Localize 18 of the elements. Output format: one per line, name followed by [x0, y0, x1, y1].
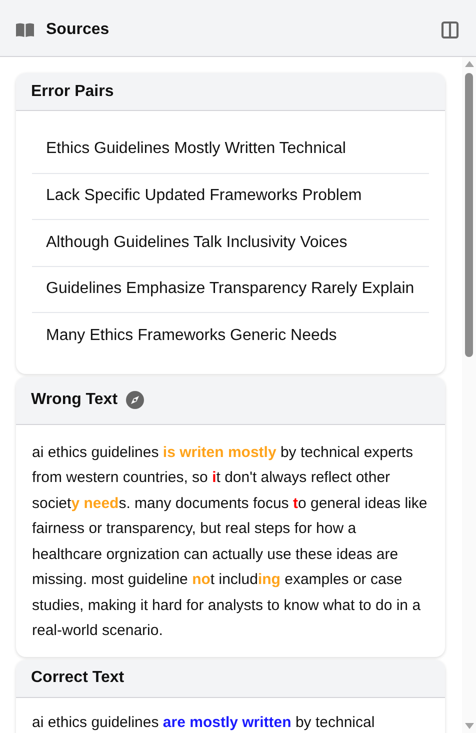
scroll-down-icon[interactable]: [464, 723, 474, 729]
card-title: Correct Text: [31, 668, 124, 688]
card-title: Error Pairs: [31, 82, 114, 102]
paragraph: ai ethics guidelines are mostly written by technical: [32, 712, 376, 732]
scrollbar[interactable]: [462, 57, 476, 733]
panel-title: Sources: [46, 20, 110, 40]
error-pair-item[interactable]: Lack Specific Updated Frameworks Problem: [32, 172, 429, 219]
error-pair-item[interactable]: Although Guidelines Talk Inclusivity Voices: [32, 219, 429, 266]
card-title: Wrong Text: [31, 390, 118, 410]
scroll-up-icon[interactable]: [464, 61, 474, 67]
error-pair-item[interactable]: Ethics Guidelines Mostly Written Technical: [32, 126, 429, 172]
split-view-button[interactable]: [440, 20, 460, 40]
book-icon: [16, 22, 34, 36]
error-pair-item[interactable]: Many Ethics Frameworks Generic Needs: [32, 312, 429, 358]
paragraph: ai ethics guidelines is writen mostly by technical experts from western countries, so it don't always reflect other society needs. many documents focus to general ideas like fairness or transparency, but real steps for how a healthcare orgnization can actually use these ideas are missing. most guideline not including examples or case studies, making it hard for analysts to know what to do in a real-world scenario.: [32, 442, 428, 641]
error-pair-item[interactable]: Guidelines Emphasize Transparency Rarely Explain: [32, 266, 429, 312]
compass-icon: [126, 391, 144, 409]
scrollbar-thumb[interactable]: [465, 73, 473, 357]
